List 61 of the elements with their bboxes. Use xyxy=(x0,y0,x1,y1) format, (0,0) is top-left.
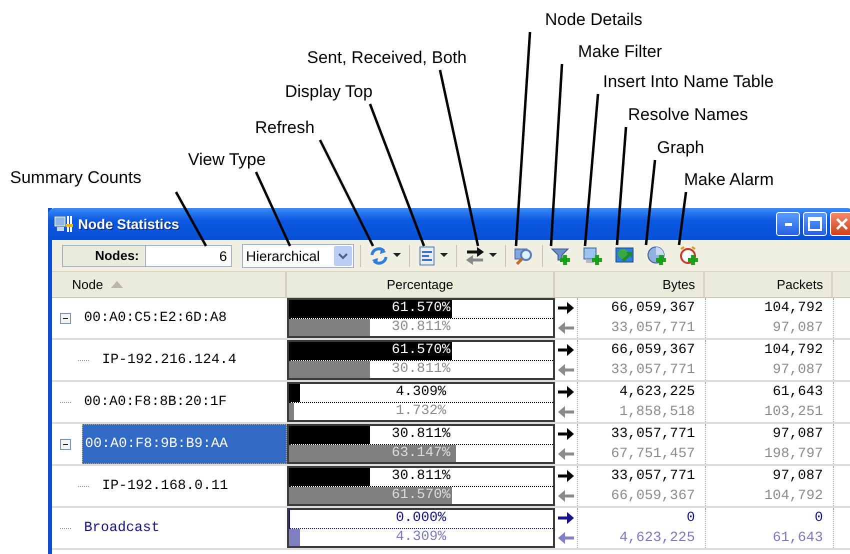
bytes-received: 1,858,518 xyxy=(619,404,695,420)
node-name[interactable]: 00:A0:F8:8B:20:1F xyxy=(82,382,287,422)
callout-label: Refresh xyxy=(255,117,315,139)
node-name[interactable]: IP-192.168.0.11 xyxy=(100,466,287,506)
column-header[interactable]: Percentage xyxy=(287,272,555,297)
packets-sent: 61,643 xyxy=(772,384,823,400)
received-percentage: 61.570% xyxy=(392,486,450,504)
sent-percentage: 0.000% xyxy=(396,510,446,528)
bytes-received: 4,623,225 xyxy=(619,530,695,546)
packets-received: 104,792 xyxy=(764,488,823,504)
received-percentage: 30.811% xyxy=(392,360,450,378)
packets-received: 103,251 xyxy=(764,404,823,420)
received-percentage: 4.309% xyxy=(396,528,446,546)
received-percentage: 63.147% xyxy=(392,444,450,462)
column-header[interactable]: Packets xyxy=(705,272,833,297)
packets-sent: 97,087 xyxy=(772,468,823,484)
sent-percentage: 4.309% xyxy=(396,384,446,402)
callout-label: Sent, Received, Both xyxy=(307,47,467,69)
callout-label: Make Alarm xyxy=(684,169,774,191)
sent-percentage: 61.570% xyxy=(392,300,450,318)
bytes-received: 67,751,457 xyxy=(610,446,695,462)
node-name[interactable]: 00:A0:F8:9B:B9:AA xyxy=(82,424,287,464)
packets-received: 198,797 xyxy=(764,446,823,462)
nodes-count-field[interactable]: 6 xyxy=(146,244,232,266)
callout-label: Node Details xyxy=(545,9,642,31)
callout-label: Summary Counts xyxy=(10,167,142,189)
packets-sent: 97,087 xyxy=(772,426,823,442)
packets-received: 97,087 xyxy=(772,320,823,336)
bytes-received: 33,057,771 xyxy=(610,320,695,336)
sent-percentage: 61.570% xyxy=(392,342,450,360)
bytes-sent: 66,059,367 xyxy=(610,342,695,358)
packets-sent: 104,792 xyxy=(764,300,823,316)
sent-percentage: 30.811% xyxy=(392,426,450,444)
bytes-received: 33,057,771 xyxy=(610,362,695,378)
bytes-sent: 33,057,771 xyxy=(610,468,695,484)
node-name[interactable]: IP-192.216.124.4 xyxy=(100,340,287,380)
callout-label: Display Top xyxy=(285,81,373,103)
received-percentage: 30.811% xyxy=(392,318,450,336)
callout-label: View Type xyxy=(188,149,266,171)
callout-label: Insert Into Name Table xyxy=(603,71,774,93)
node-name[interactable]: Broadcast xyxy=(82,508,287,548)
callout-label: Resolve Names xyxy=(628,104,748,126)
bytes-sent: 66,059,367 xyxy=(610,300,695,316)
bytes-received: 66,059,367 xyxy=(610,488,695,504)
bytes-sent: 4,623,225 xyxy=(619,384,695,400)
column-header[interactable]: Node xyxy=(52,272,287,297)
view-type-dropdown[interactable]: Hierarchical xyxy=(242,244,354,268)
callout-label: Graph xyxy=(657,137,704,159)
packets-sent: 0 xyxy=(814,510,823,526)
callout-label: Make Filter xyxy=(578,41,662,63)
window-title: Node Statistics xyxy=(78,216,180,232)
sent-percentage: 30.811% xyxy=(392,468,450,486)
nodes-label: Nodes: xyxy=(62,244,146,266)
bytes-sent: 33,057,771 xyxy=(610,426,695,442)
packets-sent: 104,792 xyxy=(764,342,823,358)
bytes-sent: 0 xyxy=(686,510,695,526)
packets-received: 97,087 xyxy=(772,362,823,378)
node-name[interactable]: 00:A0:C5:E2:6D:A8 xyxy=(82,298,287,338)
packets-received: 61,643 xyxy=(772,530,823,546)
column-header[interactable]: Bytes xyxy=(555,272,705,297)
received-percentage: 1.732% xyxy=(396,402,446,420)
